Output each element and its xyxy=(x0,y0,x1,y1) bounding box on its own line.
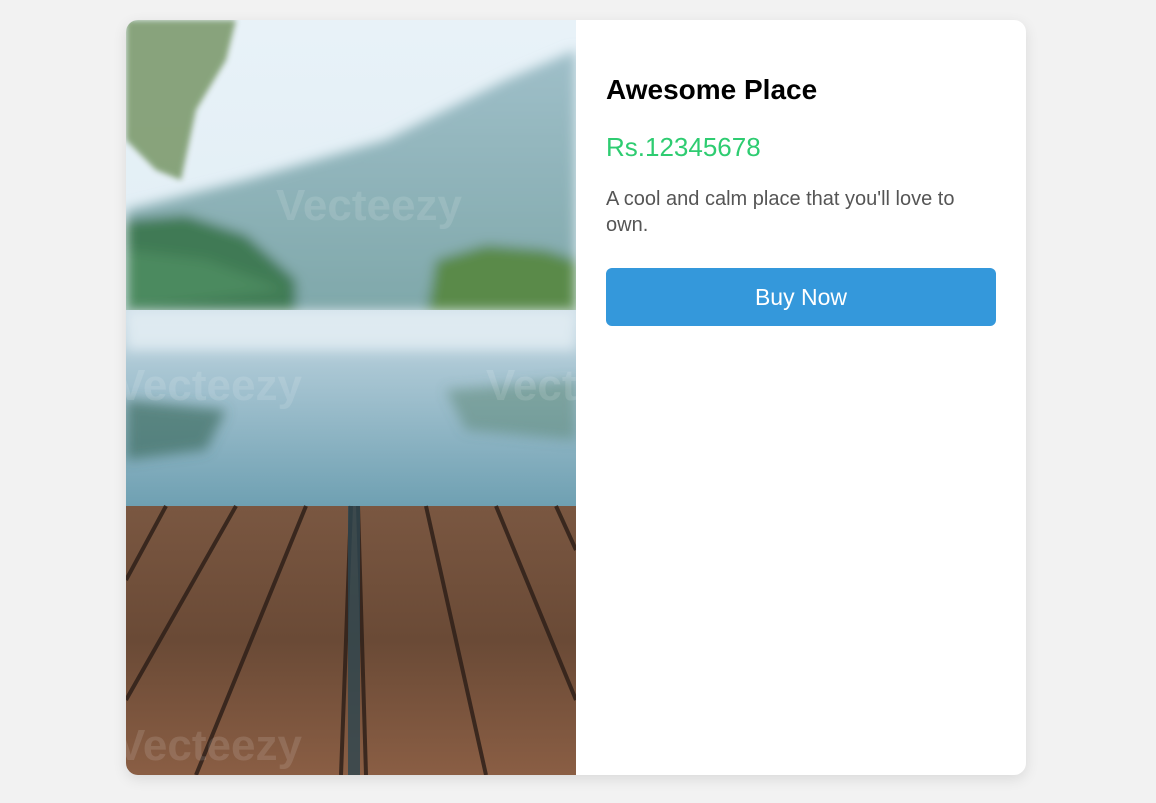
buy-now-button[interactable]: Buy Now xyxy=(606,268,996,326)
product-title: Awesome Place xyxy=(606,74,818,105)
watermark: Vecteezy xyxy=(276,181,462,230)
product-description: A cool and calm place that you'll love t… xyxy=(606,188,955,236)
product-image: Vecteezy Vecteezy Vecteezy Vecteezy xyxy=(126,20,576,775)
lake-dock-photo: Vecteezy Vecteezy Vecteezy Vecteezy xyxy=(126,20,576,775)
product-card: Vecteezy Vecteezy Vecteezy Vecteezy Awes… xyxy=(126,20,1026,775)
product-price: Rs.12345678 xyxy=(606,132,761,162)
watermark: Vecteezy xyxy=(126,721,302,770)
watermark: Vecteezy xyxy=(126,361,302,410)
watermark: Vecteezy xyxy=(486,361,576,410)
product-details: Awesome Place Rs.12345678 A cool and cal… xyxy=(576,20,1026,775)
